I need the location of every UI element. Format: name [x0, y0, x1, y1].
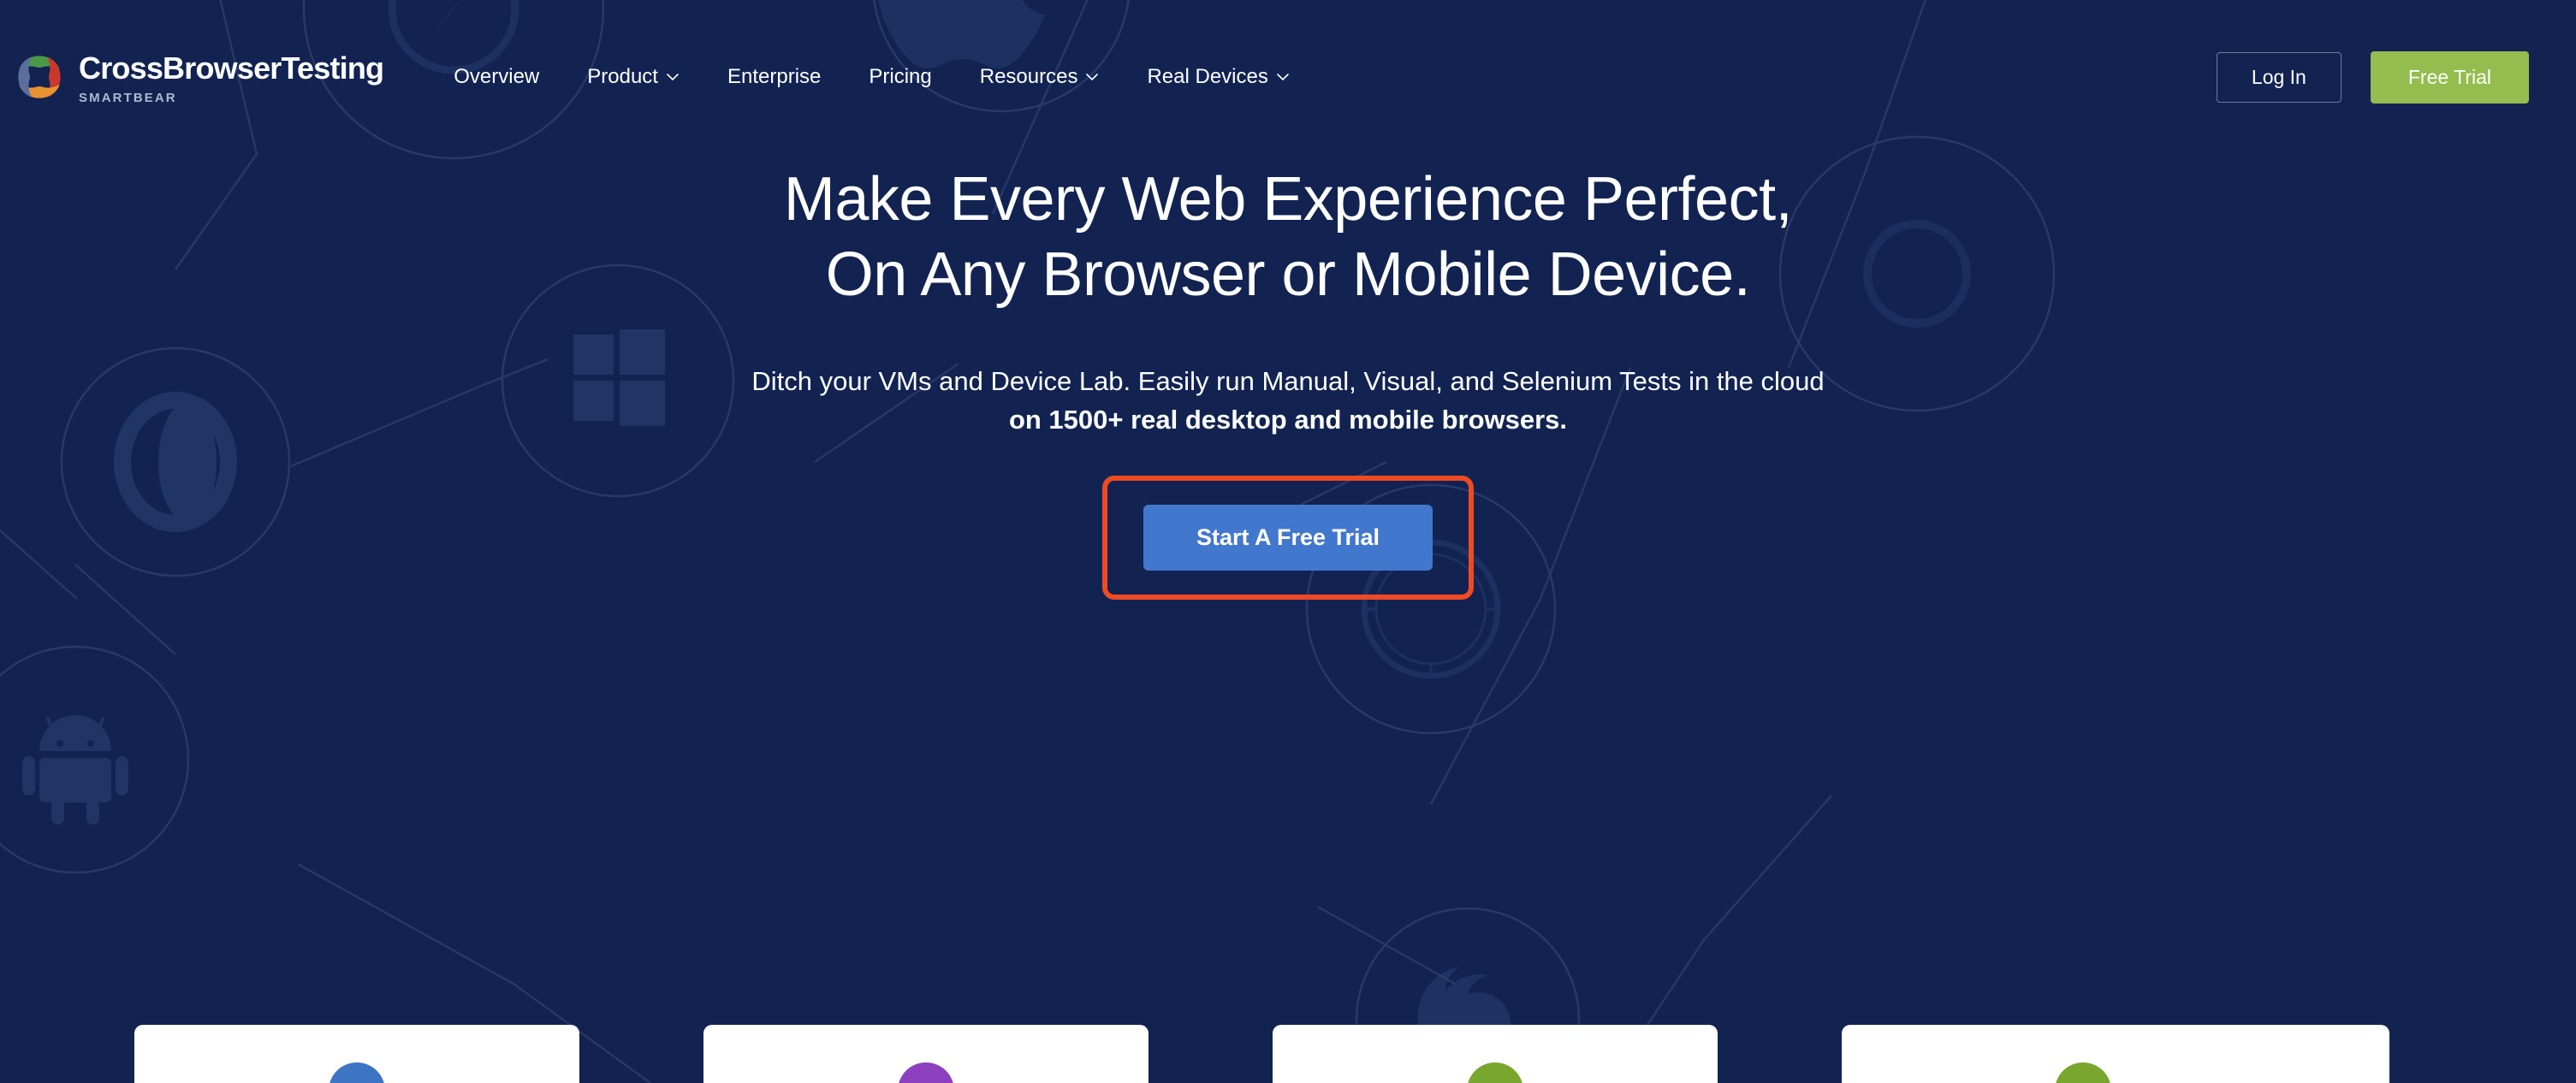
hero-section: Make Every Web Experience Perfect, On An…	[0, 163, 2576, 600]
hero-subtitle: Ditch your VMs and Device Lab. Easily ru…	[751, 363, 1824, 440]
chevron-down-icon	[1086, 74, 1099, 81]
green-circle-icon	[2054, 1062, 2111, 1083]
header-actions: Log In Free Trial	[2216, 50, 2529, 104]
feature-card-strip	[0, 1025, 2576, 1083]
cta-highlight-box: Start A Free Trial	[1101, 475, 1475, 600]
brand-text: CrossBrowserTesting SMARTBEAR	[79, 50, 384, 105]
brand-title: CrossBrowserTesting	[79, 50, 384, 86]
brand-subtitle: SMARTBEAR	[79, 91, 177, 105]
hero-subtitle-line-2: on 1500+ real desktop and mobile browser…	[1008, 404, 1568, 435]
hero-title-line-2: On Any Browser or Mobile Device.	[825, 240, 1751, 309]
smartbear-pinwheel-icon	[18, 56, 61, 98]
chevron-down-icon	[667, 74, 679, 81]
nav-label: Pricing	[869, 65, 932, 88]
hero-subtitle-line-1: Ditch your VMs and Device Lab. Easily ru…	[751, 365, 1825, 396]
brand-logo[interactable]: CrossBrowserTesting SMARTBEAR	[15, 50, 384, 105]
nav-item-overview[interactable]: Overview	[454, 65, 539, 89]
nav-item-product[interactable]: Product	[587, 65, 680, 89]
page-title: Make Every Web Experience Perfect, On An…	[783, 163, 1793, 313]
site-header: CrossBrowserTesting SMARTBEAR Overview P…	[0, 0, 2576, 154]
nav-item-pricing[interactable]: Pricing	[869, 65, 931, 89]
green-circle-icon	[1467, 1062, 1523, 1083]
purple-circle-icon	[898, 1062, 954, 1083]
free-trial-button[interactable]: Free Trial	[2370, 50, 2529, 104]
nav-item-real-devices[interactable]: Real Devices	[1147, 65, 1289, 89]
start-free-trial-button[interactable]: Start A Free Trial	[1143, 504, 1433, 571]
blue-circle-icon	[329, 1062, 385, 1083]
nav-label: Enterprise	[727, 65, 822, 88]
hero-title-line-1: Make Every Web Experience Perfect,	[783, 165, 1793, 234]
feature-card[interactable]	[1842, 1025, 2389, 1083]
feature-card[interactable]	[134, 1025, 579, 1083]
nav-label: Real Devices	[1147, 65, 1268, 88]
feature-card[interactable]	[1273, 1025, 1718, 1083]
nav-label: Resources	[979, 65, 1078, 88]
nav-label: Product	[587, 65, 658, 88]
nav-item-enterprise[interactable]: Enterprise	[727, 65, 821, 89]
feature-card[interactable]	[703, 1025, 1149, 1083]
login-button[interactable]: Log In	[2216, 51, 2342, 103]
nav-label: Overview	[454, 65, 540, 88]
nav-item-resources[interactable]: Resources	[980, 65, 1100, 89]
chevron-down-icon	[1277, 74, 1289, 81]
primary-navigation: Overview Product Enterprise Pricing Reso…	[454, 65, 1290, 89]
